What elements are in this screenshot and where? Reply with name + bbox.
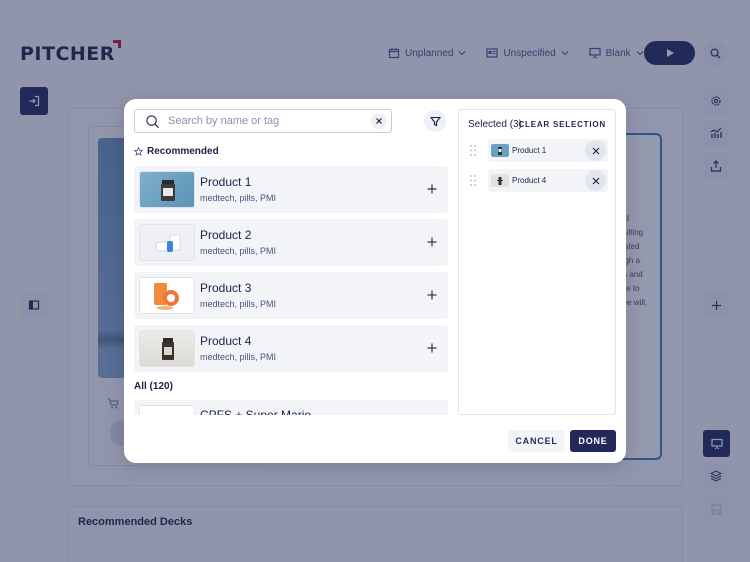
selected-item: Product 1 xyxy=(468,139,608,162)
product-thumbnail xyxy=(139,405,195,415)
product-item[interactable]: CPFS + Super Mario xyxy=(134,400,448,415)
star-icon xyxy=(134,147,143,156)
pill-bottle-icon xyxy=(154,283,179,310)
plus-icon xyxy=(427,184,437,194)
selected-item-name: Product 1 xyxy=(512,146,547,155)
product-item[interactable]: Product 3 medtech, pills, PMI xyxy=(134,272,448,319)
plus-icon xyxy=(427,343,437,353)
close-icon xyxy=(592,147,599,154)
product-thumbnail xyxy=(491,144,509,157)
product-thumbnail xyxy=(139,330,195,367)
selected-item-name: Product 4 xyxy=(512,176,547,185)
selected-count-label: Selected (3) xyxy=(468,119,522,130)
drag-handle-icon[interactable] xyxy=(470,145,476,156)
close-icon xyxy=(592,177,599,184)
product-name: Product 3 xyxy=(200,281,252,295)
filter-button[interactable] xyxy=(424,110,446,132)
selected-item-card: Product 1 xyxy=(488,139,608,162)
add-product-button[interactable] xyxy=(424,234,440,250)
search-field xyxy=(134,109,392,133)
add-product-button[interactable] xyxy=(424,287,440,303)
plus-icon xyxy=(427,237,437,247)
product-tags: medtech, pills, PMI xyxy=(200,246,277,256)
product-item[interactable]: Product 4 medtech, pills, PMI xyxy=(134,325,448,372)
product-tags: medtech, pills, PMI xyxy=(200,352,277,362)
close-icon xyxy=(376,118,382,124)
selected-item-card: Product 4 xyxy=(488,169,608,192)
drag-handle-icon[interactable] xyxy=(470,175,476,186)
product-tags: medtech, pills, PMI xyxy=(200,193,277,203)
pill-bottle-icon xyxy=(155,234,181,252)
clear-selection-button[interactable]: CLEAR SELECTION xyxy=(518,120,606,129)
product-name: CPFS + Super Mario xyxy=(200,408,312,415)
search-input[interactable] xyxy=(168,115,371,127)
plus-icon xyxy=(427,290,437,300)
done-button[interactable]: DONE xyxy=(570,430,616,452)
recommended-label: Recommended xyxy=(147,146,219,157)
product-name: Product 4 xyxy=(200,334,252,348)
product-picker-dialog: Recommended Product 1 medtech, pills, PM… xyxy=(124,99,626,463)
filter-icon xyxy=(429,116,441,126)
product-name: Product 2 xyxy=(200,228,252,242)
recommended-section-header: Recommended xyxy=(134,146,219,157)
add-product-button[interactable] xyxy=(424,340,440,356)
remove-selected-button[interactable] xyxy=(585,170,606,191)
add-product-button[interactable] xyxy=(424,181,440,197)
product-thumbnail xyxy=(491,174,509,187)
pill-bottle-icon xyxy=(161,180,175,201)
product-item[interactable]: Product 2 medtech, pills, PMI xyxy=(134,219,448,266)
product-item[interactable]: Product 1 medtech, pills, PMI xyxy=(134,166,448,213)
selected-panel: Selected (3) CLEAR SELECTION Product 1 P… xyxy=(458,109,616,415)
recommended-product-list: Product 1 medtech, pills, PMI Product 2 … xyxy=(134,166,448,378)
product-thumbnail xyxy=(139,277,195,314)
product-thumbnail xyxy=(139,171,195,208)
search-icon xyxy=(146,114,159,128)
remove-selected-button[interactable] xyxy=(585,140,606,161)
product-thumbnail xyxy=(139,224,195,261)
product-name: Product 1 xyxy=(200,175,252,189)
cancel-button[interactable]: CANCEL xyxy=(508,430,565,452)
all-section-header: All (120) xyxy=(134,381,173,392)
selected-item: Product 4 xyxy=(468,169,608,192)
pill-bottle-icon xyxy=(162,338,174,360)
clear-search-button[interactable] xyxy=(371,113,387,129)
product-tags: medtech, pills, PMI xyxy=(200,299,277,309)
